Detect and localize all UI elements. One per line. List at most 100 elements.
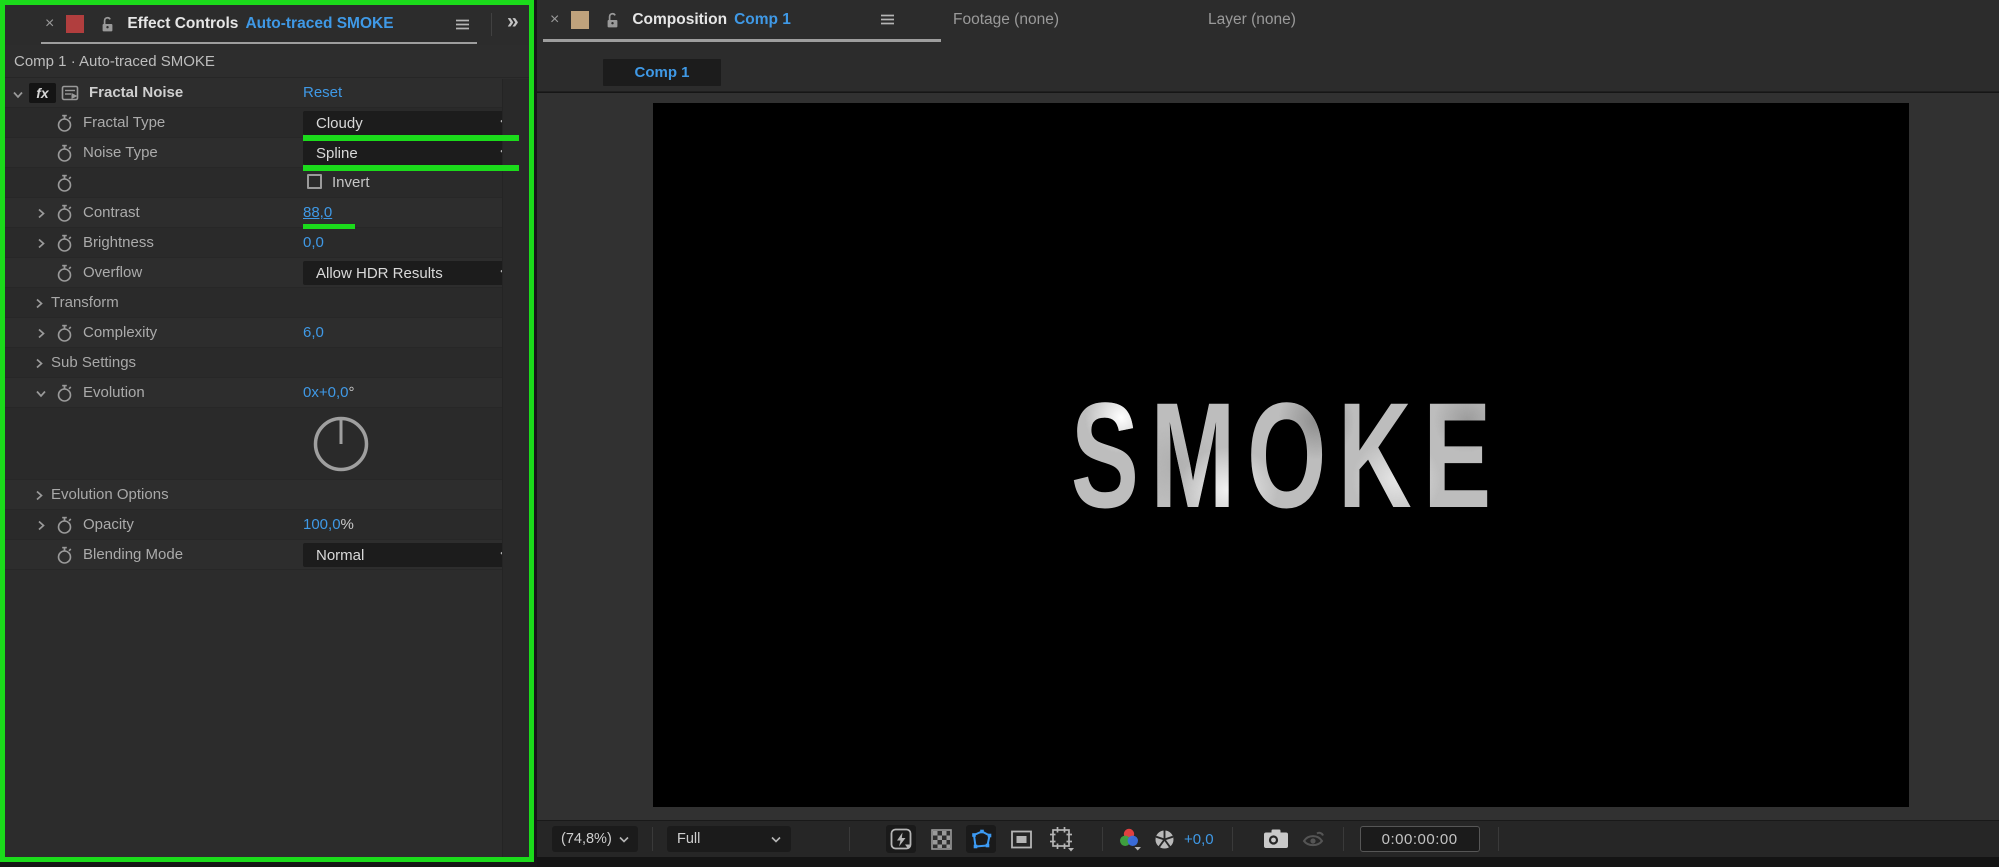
- show-snapshot-button[interactable]: [1301, 830, 1327, 848]
- resolution-dropdown[interactable]: Full: [667, 826, 791, 852]
- adjust-exposure-button[interactable]: [1153, 828, 1176, 851]
- panel-bottom-strip: [537, 857, 1999, 867]
- stopwatch-icon[interactable]: [55, 546, 74, 565]
- snapshot-eye-icon: [1302, 831, 1324, 847]
- show-channel-button[interactable]: [1117, 827, 1143, 851]
- param-value[interactable]: 88,0: [303, 204, 332, 221]
- subtab-comp-1[interactable]: Comp 1: [603, 59, 721, 86]
- expander-icon[interactable]: [34, 490, 44, 501]
- dropdown-value: Cloudy: [316, 114, 363, 132]
- param-value[interactable]: 6,0: [303, 324, 324, 341]
- tab-effect-controls[interactable]: × Effect Controls Auto-traced SMOKE: [45, 5, 394, 43]
- row-transform: Transform: [5, 288, 529, 318]
- panel-subject: Comp 1: [734, 11, 791, 28]
- param-value[interactable]: 0x+0,0°: [303, 384, 354, 401]
- panel-menu-icon[interactable]: [455, 18, 470, 31]
- tab-footage[interactable]: Footage (none): [953, 0, 1059, 40]
- dropdown[interactable]: Normal: [303, 543, 519, 567]
- toolbar-divider: [1342, 827, 1344, 851]
- row-opacity: Opacity 100,0%: [5, 510, 529, 540]
- lock-icon[interactable]: [100, 16, 115, 33]
- stopwatch-icon[interactable]: [55, 264, 74, 283]
- stopwatch-icon[interactable]: [55, 384, 74, 403]
- stopwatch-icon[interactable]: [55, 204, 74, 223]
- toolbar-divider: [849, 827, 850, 851]
- tabbar-divider: [491, 13, 492, 36]
- dropdown[interactable]: Cloudy: [303, 111, 519, 135]
- stopwatch-icon[interactable]: [55, 144, 74, 163]
- exposure-value[interactable]: +0,0: [1184, 831, 1214, 848]
- group-label: Evolution Options: [51, 486, 169, 503]
- exposure-shutter-icon: [1155, 830, 1174, 848]
- region-of-interest-icon: [1010, 830, 1032, 848]
- region-of-interest-button[interactable]: [1006, 825, 1036, 853]
- checkbox-label: Invert: [332, 174, 370, 191]
- stopwatch-icon[interactable]: [55, 234, 74, 253]
- row-fractal-type: Fractal Type Cloudy: [5, 108, 529, 141]
- take-snapshot-button[interactable]: [1263, 829, 1289, 849]
- dropdown[interactable]: Spline: [303, 141, 519, 165]
- expander-icon[interactable]: [36, 208, 46, 219]
- stopwatch-icon[interactable]: [55, 174, 74, 193]
- close-icon[interactable]: ×: [550, 12, 559, 28]
- dropdown-value: Spline: [316, 144, 358, 162]
- param-value[interactable]: 0,0: [303, 234, 324, 251]
- composition-viewer[interactable]: SMOKE: [537, 93, 1999, 820]
- smoke-title-text: SMOKE: [1059, 368, 1503, 542]
- scrollbar-track[interactable]: [502, 79, 529, 857]
- stopwatch-icon[interactable]: [55, 324, 74, 343]
- param-label: Overflow: [83, 264, 143, 281]
- transparency-grid-icon: [930, 828, 952, 850]
- fast-previews-button[interactable]: [886, 825, 916, 853]
- mask-visibility-button[interactable]: [966, 825, 996, 853]
- composition-toolbar: (74,8%) Full +0,0 0:00:00:00: [537, 820, 1999, 857]
- composition-tabbar: × Composition Comp 1 Footage (none) Laye…: [537, 0, 1999, 42]
- expander-icon[interactable]: [36, 328, 46, 339]
- chevron-down-icon: [771, 836, 781, 843]
- composition-canvas[interactable]: SMOKE: [653, 103, 1909, 807]
- param-label: Contrast: [83, 204, 140, 221]
- tab-composition[interactable]: × Composition Comp 1: [550, 0, 791, 40]
- param-label: Blending Mode: [83, 546, 184, 563]
- row-complexity: Complexity 6,0: [5, 318, 529, 348]
- row-evolution-options: Evolution Options: [5, 480, 529, 510]
- grid-and-guides-button[interactable]: [1046, 825, 1076, 853]
- reset-link[interactable]: Reset: [303, 84, 342, 101]
- close-icon[interactable]: ×: [45, 16, 54, 32]
- tab-layer[interactable]: Layer (none): [1208, 0, 1296, 40]
- annotation-underline: [303, 224, 355, 229]
- transparency-grid-button[interactable]: [926, 825, 956, 853]
- expander-icon[interactable]: [34, 298, 44, 309]
- magnification-dropdown[interactable]: (74,8%): [552, 826, 638, 852]
- row-evolution-dial: [5, 408, 529, 480]
- param-value[interactable]: 100,0%: [303, 516, 354, 533]
- expander-icon[interactable]: [34, 358, 44, 369]
- expander-icon[interactable]: [36, 238, 46, 249]
- evolution-dial[interactable]: [311, 414, 371, 479]
- param-label: Complexity: [83, 324, 158, 341]
- effect-icon: [61, 84, 79, 102]
- dropdown-value: Normal: [316, 546, 365, 564]
- dropdown[interactable]: Allow HDR Results: [303, 261, 519, 285]
- timecode-display[interactable]: 0:00:00:00: [1359, 826, 1480, 852]
- panel-menu-icon[interactable]: [880, 13, 895, 26]
- toolbar-divider: [1231, 827, 1233, 851]
- stopwatch-icon[interactable]: [55, 114, 74, 133]
- viewer-subtab-strip: Comp 1: [537, 42, 1999, 92]
- panel-title: Effect Controls: [127, 15, 239, 32]
- fx-badge-icon[interactable]: fx: [29, 83, 56, 103]
- chevron-down-icon: [619, 836, 629, 843]
- lock-icon[interactable]: [605, 12, 620, 29]
- annotation-underline: [303, 135, 519, 141]
- panel-overflow-icon[interactable]: »: [507, 10, 519, 34]
- expander-icon[interactable]: [36, 389, 47, 399]
- resolution-value: Full: [677, 831, 701, 847]
- stopwatch-icon[interactable]: [55, 516, 74, 535]
- expander-icon[interactable]: [13, 90, 24, 100]
- param-label: Opacity: [83, 516, 134, 533]
- toolbar-divider: [1497, 827, 1499, 851]
- effect-controls-panel: × Effect Controls Auto-traced SMOKE » Co…: [0, 0, 534, 862]
- checkbox[interactable]: [307, 174, 322, 189]
- row-sub-settings: Sub Settings: [5, 348, 529, 378]
- expander-icon[interactable]: [36, 520, 46, 531]
